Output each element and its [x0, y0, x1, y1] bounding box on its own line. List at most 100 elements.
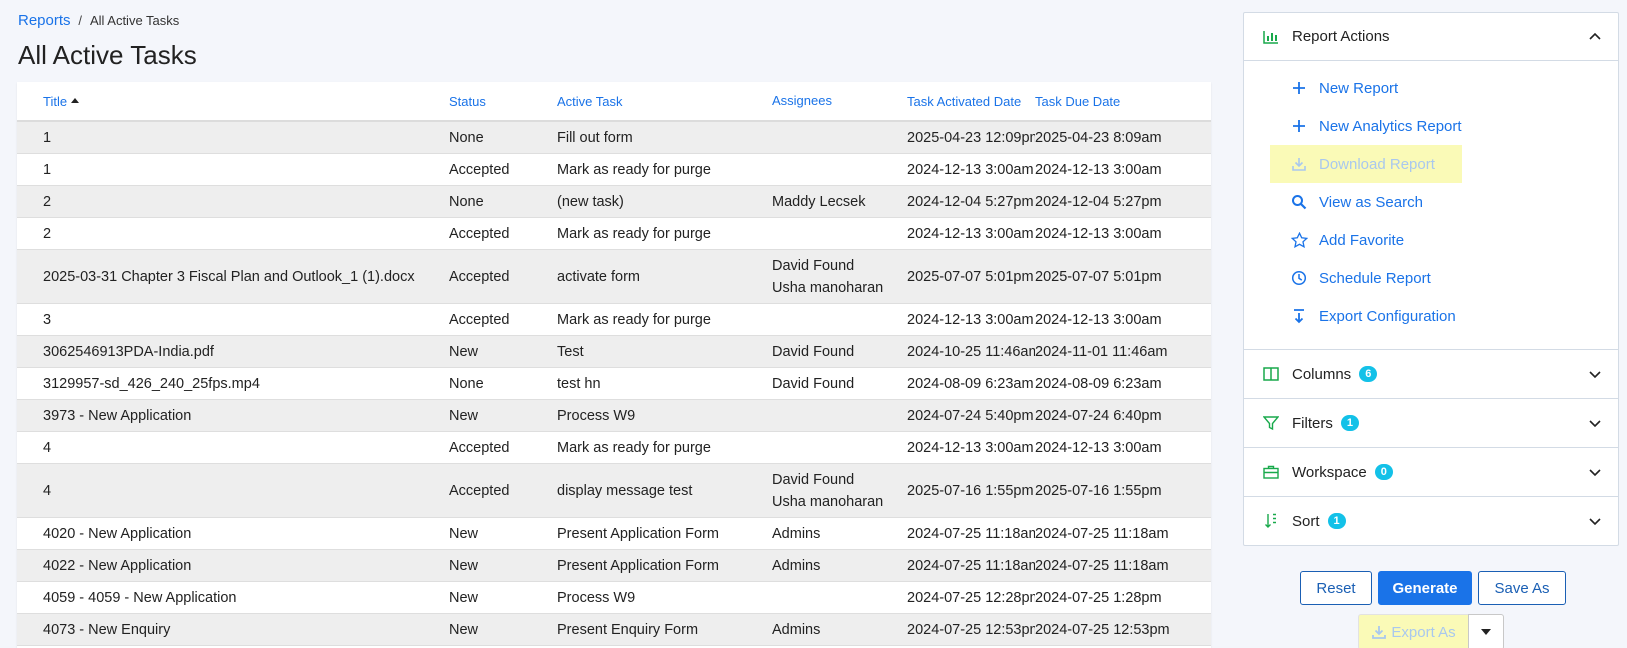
table-row[interactable]: 4059 - 4059 - New Application New Process …	[17, 582, 1211, 614]
cell-task-activated-date: 2024-12-13 3:00am	[907, 225, 1034, 242]
table-row[interactable]: 2 None (new task) Maddy Lecsek 2024-12-04 5:…	[17, 186, 1211, 218]
cell-task-activated-date: 2024-12-13 3:00am	[907, 311, 1034, 328]
table-row[interactable]: 1 Accepted Mark as ready for purge 2024-12-…	[17, 154, 1211, 186]
table-row[interactable]: 4073 - New Enquiry New Present Enquiry For…	[17, 614, 1211, 646]
cell-task-due-date: 2024-12-13 3:00am	[1035, 225, 1162, 242]
cell-task-due-date: 2024-12-13 3:00am	[1035, 161, 1162, 178]
table-row[interactable]: 2 Accepted Mark as ready for purge 2024-12-…	[17, 218, 1211, 250]
cell-task-activated-date: 2025-07-07 5:01pm	[907, 268, 1034, 285]
table-row[interactable]: 2025-03-31 Chapter 3 Fiscal Plan and Out…	[17, 250, 1211, 304]
columns-header[interactable]: Columns 6	[1244, 350, 1618, 398]
cell-title: 1	[43, 161, 52, 178]
cell-status: None	[449, 193, 484, 210]
add-favorite-action[interactable]: Add Favorite	[1244, 221, 1618, 259]
export-as-group: Export As	[1358, 614, 1504, 648]
cell-title: 4	[43, 439, 52, 456]
cell-active-task: display message test	[557, 482, 693, 499]
sort-count-badge: 1	[1327, 513, 1346, 529]
chevron-down-icon[interactable]	[1588, 367, 1602, 381]
column-header-status[interactable]: Status	[431, 94, 545, 109]
columns-icon	[1262, 367, 1280, 381]
generate-button[interactable]: Generate	[1378, 571, 1472, 605]
save-as-button[interactable]: Save As	[1478, 571, 1566, 605]
workspace-header[interactable]: Workspace 0	[1244, 448, 1618, 496]
schedule-report-action[interactable]: Schedule Report	[1244, 259, 1618, 297]
report-actions-list: New Report New Analytics Report Download…	[1244, 61, 1618, 350]
bar-chart-icon	[1262, 30, 1280, 44]
columns-count-badge: 6	[1359, 366, 1378, 382]
column-header-label: Title	[43, 93, 68, 109]
cell-task-activated-date: 2024-08-09 6:23am	[907, 375, 1034, 392]
report-side-panel: Report Actions New Report New Analytics …	[1243, 12, 1619, 546]
cell-title: 3062546913PDA-India.pdf	[43, 343, 214, 360]
action-label: Export Configuration	[1319, 307, 1456, 325]
cell-active-task: Present Application Form	[557, 525, 719, 542]
sort-header[interactable]: Sort 1	[1244, 497, 1618, 545]
table-row[interactable]: 3973 - New Application New Process W9 2024-…	[17, 400, 1211, 432]
star-icon	[1289, 232, 1309, 248]
cell-title: 1	[43, 129, 52, 146]
table-row[interactable]: 4020 - New Application New Present Applica…	[17, 518, 1211, 550]
cell-active-task: Fill out form	[557, 129, 633, 146]
new-analytics-report-action[interactable]: New Analytics Report	[1244, 107, 1618, 145]
view-as-search-action[interactable]: View as Search	[1244, 183, 1618, 221]
breadcrumb: Reports / All Active Tasks	[18, 12, 179, 29]
cell-status: New	[449, 407, 479, 424]
chevron-down-icon[interactable]	[1588, 416, 1602, 430]
assignee-name: Admins	[772, 525, 821, 542]
cell-task-activated-date: 2024-07-25 12:28pm	[907, 589, 1035, 606]
chevron-down-icon[interactable]	[1588, 514, 1602, 528]
caret-down-icon	[1481, 629, 1491, 635]
table-row[interactable]: 3129957-sd_426_240_25fps.mp4 None test hn D…	[17, 368, 1211, 400]
cell-assignees: David Found Usha manoharan	[752, 469, 888, 513]
column-header-task-due-date[interactable]: Task Due Date	[1035, 94, 1205, 109]
report-actions-title: Report Actions	[1292, 28, 1390, 45]
reset-button[interactable]: Reset	[1300, 571, 1372, 605]
table-row[interactable]: 3 Accepted Mark as ready for purge 2024-12-…	[17, 304, 1211, 336]
cell-status: New	[449, 343, 479, 360]
cell-task-activated-date: 2024-12-13 3:00am	[907, 439, 1034, 456]
cell-status: None	[449, 129, 484, 146]
export-config-icon	[1289, 308, 1309, 324]
cell-title: 4059 - 4059 - New Application	[43, 589, 237, 606]
export-configuration-action[interactable]: Export Configuration	[1244, 297, 1618, 335]
table-row[interactable]: 4 Accepted Mark as ready for purge 2024-12-…	[17, 432, 1211, 464]
cell-task-activated-date: 2024-12-13 3:00am	[907, 161, 1034, 178]
cell-task-activated-date: 2024-10-25 11:46am	[907, 343, 1035, 360]
action-label: View as Search	[1319, 193, 1423, 211]
report-actions-header[interactable]: Report Actions	[1244, 13, 1618, 61]
cell-task-due-date: 2024-07-25 1:28pm	[1035, 589, 1162, 606]
cell-assignees: David Found	[752, 341, 888, 363]
column-header-assignees[interactable]: Assignees	[752, 90, 888, 112]
column-header-active-task[interactable]: Active Task	[545, 94, 752, 109]
table-row[interactable]: 1 None Fill out form 2025-04-23 12:09pm 2025…	[17, 122, 1211, 154]
cell-task-activated-date: 2024-07-25 12:53pm	[907, 621, 1035, 638]
cell-assignees: David Found Usha manoharan	[752, 255, 888, 299]
column-header-task-activated-date[interactable]: Task Activated Date	[888, 94, 1035, 109]
assignee-name: Usha manoharan	[772, 279, 884, 296]
cell-title: 2	[43, 225, 52, 242]
download-icon	[1372, 626, 1387, 639]
export-as-dropdown-toggle[interactable]	[1468, 614, 1504, 648]
cell-task-activated-date: 2024-07-25 11:18am	[907, 557, 1035, 574]
cell-title: 3973 - New Application	[43, 407, 192, 424]
plus-icon	[1289, 119, 1309, 133]
table-header: Title Status Active Task Assignees Task …	[17, 82, 1211, 122]
cell-status: None	[449, 375, 484, 392]
assignee-name: Maddy Lecsek	[772, 193, 866, 210]
cell-active-task: (new task)	[557, 193, 624, 210]
filters-header[interactable]: Filters 1	[1244, 399, 1618, 447]
new-report-action[interactable]: New Report	[1244, 69, 1618, 107]
cell-task-due-date: 2024-08-09 6:23am	[1035, 375, 1162, 392]
cell-active-task: Present Enquiry Form	[557, 621, 699, 638]
table-row[interactable]: 4022 - New Application New Present Applica…	[17, 550, 1211, 582]
breadcrumb-reports-link[interactable]: Reports	[18, 12, 71, 29]
table-row[interactable]: 4 Accepted display message test David Found…	[17, 464, 1211, 518]
cell-title: 4073 - New Enquiry	[43, 621, 171, 638]
chevron-up-icon[interactable]	[1588, 30, 1602, 44]
chevron-down-icon[interactable]	[1588, 465, 1602, 479]
column-header-title[interactable]: Title	[17, 94, 431, 109]
breadcrumb-current: All Active Tasks	[89, 13, 180, 28]
assignee-name: Admins	[772, 621, 821, 638]
table-row[interactable]: 3062546913PDA-India.pdf New Test David Foun…	[17, 336, 1211, 368]
